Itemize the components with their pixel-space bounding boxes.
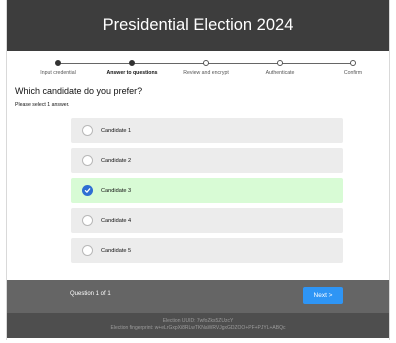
- question-title: Which candidate do you prefer?: [15, 86, 143, 96]
- answer-option-label: Candidate 2: [101, 157, 132, 164]
- step-label-input-credential: Input credential: [40, 70, 76, 76]
- next-button[interactable]: Next >: [303, 287, 343, 304]
- election-fingerprint: Election fingerprint: w+eLrGxpXi8RLwTKNa…: [110, 324, 286, 331]
- answer-option-candidate-2[interactable]: Candidate 2: [71, 148, 343, 173]
- step-dot-review-and-encrypt: [203, 60, 209, 66]
- step-dot-input-credential: [55, 60, 61, 66]
- election-header: Presidential Election 2024: [7, 0, 389, 51]
- step-dot-confirm: [350, 60, 356, 66]
- question-hint: Please select 1 answer.: [15, 102, 70, 108]
- step-label-authenticate: Authenticate: [265, 70, 295, 76]
- answer-options: Candidate 1 Candidate 2 Candidate 3 Cand…: [71, 118, 343, 268]
- step-label-answer-to-questions: Answer to questions: [106, 70, 158, 76]
- answer-option-label: Candidate 5: [101, 247, 132, 254]
- answer-option-candidate-5[interactable]: Candidate 5: [71, 238, 343, 263]
- radio-button[interactable]: [82, 125, 93, 136]
- election-title: Presidential Election 2024: [102, 16, 294, 34]
- answer-option-label: Candidate 1: [101, 127, 132, 134]
- answer-option-candidate-1[interactable]: Candidate 1: [71, 118, 343, 143]
- radio-button-checked[interactable]: [82, 185, 93, 196]
- election-info: Election UUID: 7wfoZks5ZUzcY Election fi…: [7, 313, 389, 338]
- radio-button[interactable]: [82, 215, 93, 226]
- answer-option-candidate-4[interactable]: Candidate 4: [71, 208, 343, 233]
- answer-option-candidate-3[interactable]: Candidate 3: [71, 178, 343, 203]
- step-label-confirm: Confirm: [343, 70, 363, 76]
- answer-option-label: Candidate 4: [101, 217, 132, 224]
- step-dot-authenticate: [277, 60, 283, 66]
- question-counter: Question 1 of 1: [70, 291, 111, 297]
- checkmark-icon: [84, 188, 91, 193]
- step-dot-answer-to-questions: [129, 60, 135, 66]
- radio-button[interactable]: [82, 155, 93, 166]
- progress-stepper: Input credential Answer to questions Rev…: [7, 51, 389, 83]
- answer-option-label: Candidate 3: [101, 187, 132, 194]
- step-label-review-and-encrypt: Review and encrypt: [183, 70, 229, 76]
- radio-button[interactable]: [82, 245, 93, 256]
- navigation-bar: Question 1 of 1 Next >: [7, 280, 389, 313]
- booth-window: Presidential Election 2024 Input credent…: [6, 0, 390, 340]
